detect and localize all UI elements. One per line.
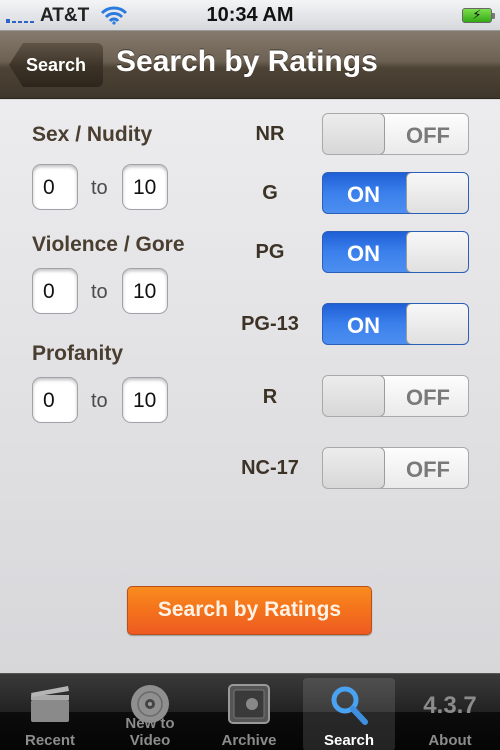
toggle-nr[interactable]: OFF [322, 113, 469, 155]
profanity-label: Profanity [32, 342, 124, 365]
tab-archive[interactable]: Archive [203, 678, 295, 750]
charging-bolt-icon: ⚡ [472, 7, 482, 22]
toggle-knob [406, 232, 468, 272]
toggle-knob [323, 114, 385, 154]
profanity-min-input[interactable]: 0 [32, 377, 78, 423]
tab-search[interactable]: Search [303, 678, 395, 750]
tab-label: New to Video [125, 715, 175, 749]
tab-bar: Recent New to Video Archive Search 4.3.7… [0, 673, 500, 750]
magnifier-icon [331, 686, 368, 725]
back-button-label: Search [26, 55, 87, 75]
battery-icon: ⚡ [462, 7, 495, 23]
safe-icon [228, 684, 270, 724]
violence-gore-label: Violence / Gore [32, 233, 185, 256]
toggle-knob [323, 376, 385, 416]
toggle-state: OFF [406, 385, 450, 410]
toggle-pg13[interactable]: ON [322, 303, 469, 345]
toggle-g[interactable]: ON [322, 172, 469, 214]
violence-gore-min-input[interactable]: 0 [32, 268, 78, 314]
back-button[interactable]: Search [9, 43, 103, 87]
rating-label-pg13: PG-13 [241, 313, 299, 335]
to-label: to [91, 281, 108, 303]
rating-label-g: G [262, 182, 278, 204]
sex-nudity-min-input[interactable]: 0 [32, 164, 78, 210]
clapperboard-icon [31, 686, 69, 722]
tab-label: Archive [221, 732, 277, 749]
to-label: to [91, 177, 108, 199]
toggle-state: ON [347, 313, 380, 338]
tab-about[interactable]: 4.3.7 About [404, 678, 496, 750]
tab-label: Search [323, 732, 375, 749]
toggle-nc17[interactable]: OFF [322, 447, 469, 489]
toggle-knob [323, 448, 385, 488]
toggle-state: ON [347, 241, 380, 266]
page-title: Search by Ratings [116, 45, 378, 78]
violence-gore-max-input[interactable]: 10 [122, 268, 168, 314]
tab-label: Recent [24, 732, 76, 749]
clock: 10:34 AM [206, 4, 294, 26]
tab-label: About [428, 732, 472, 749]
toggle-state: OFF [406, 123, 450, 148]
content-area: Sex / Nudity 0 to 10 Violence / Gore 0 t… [0, 100, 500, 673]
toggle-knob [406, 173, 468, 213]
toggle-knob [406, 304, 468, 344]
version-number: 4.3.7 [423, 692, 477, 719]
status-bar: AT&T 10:34 AM ⚡ [0, 0, 500, 31]
toggle-state: ON [347, 182, 380, 207]
tab-recent[interactable]: Recent [4, 678, 96, 750]
rating-label-r: R [262, 386, 278, 408]
sex-nudity-label: Sex / Nudity [32, 123, 153, 146]
toggle-pg[interactable]: ON [322, 231, 469, 273]
navigation-bar: Search Search by Ratings [0, 31, 500, 99]
to-label: to [91, 390, 108, 412]
tab-new-to-video[interactable]: New to Video [104, 678, 196, 750]
toggle-r[interactable]: OFF [322, 375, 469, 417]
rating-label-nc17: NC-17 [241, 457, 299, 479]
search-by-ratings-button[interactable]: Search by Ratings [127, 586, 372, 635]
rating-label-pg: PG [255, 241, 285, 263]
toggle-state: OFF [406, 457, 450, 482]
sex-nudity-max-input[interactable]: 10 [122, 164, 168, 210]
profanity-max-input[interactable]: 10 [122, 377, 168, 423]
rating-label-nr: NR [255, 123, 285, 145]
